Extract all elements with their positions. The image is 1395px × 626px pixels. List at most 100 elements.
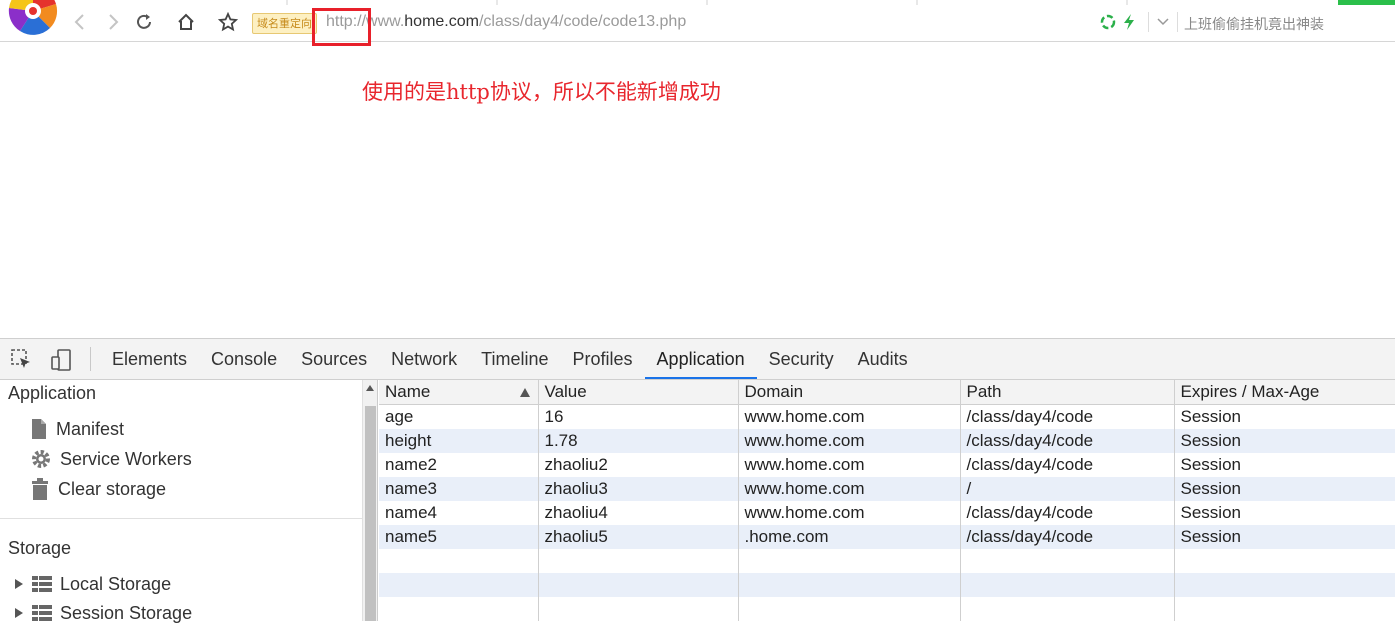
cell-path: /class/day4/code: [960, 453, 1175, 477]
cell-name: age: [379, 404, 539, 429]
forward-button[interactable]: [101, 10, 125, 34]
cell-domain: www.home.com: [738, 477, 961, 501]
cell-domain: .home.com: [738, 525, 961, 549]
column-header-value[interactable]: Value: [538, 380, 739, 405]
reload-button[interactable]: [132, 10, 156, 34]
lightning-icon[interactable]: [1122, 13, 1136, 31]
active-tab-indicator: [1338, 0, 1395, 5]
tab-security[interactable]: Security: [757, 339, 846, 379]
cell-expires: Session: [1174, 404, 1395, 429]
table-icon: [32, 605, 52, 621]
back-button[interactable]: [68, 10, 92, 34]
scrollbar-thumb[interactable]: [365, 406, 376, 621]
sidebar-item-label: Manifest: [56, 418, 125, 439]
column-label: Name: [385, 382, 431, 401]
sidebar-item-local-storage[interactable]: Local Storage: [14, 571, 171, 597]
expand-arrow-icon[interactable]: [14, 578, 24, 590]
tab-audits[interactable]: Audits: [846, 339, 920, 379]
cookies-table: Name Value Domain Path Expires / Max-Age…: [379, 380, 1395, 621]
toolbar-separator: [90, 347, 91, 371]
cell-domain: www.home.com: [738, 453, 961, 477]
reload-icon: [137, 14, 151, 29]
cell-value: zhaoliu5: [538, 525, 739, 549]
protocol-highlight-box: [312, 8, 371, 46]
address-bar[interactable]: http://www.home.com/class/day4/code/code…: [326, 13, 686, 31]
address-bar-actions: [1100, 12, 1178, 32]
trash-icon: [32, 478, 48, 500]
sidebar-scrollbar[interactable]: [362, 380, 378, 621]
tab-elements[interactable]: Elements: [100, 339, 199, 379]
table-row[interactable]: name2 zhaoliu2 www.home.com /class/day4/…: [379, 453, 1395, 477]
sidebar-item-manifest[interactable]: Manifest: [30, 416, 124, 442]
tab-network[interactable]: Network: [379, 339, 469, 379]
cell-path: /class/day4/code: [960, 429, 1175, 453]
column-header-domain[interactable]: Domain: [738, 380, 961, 405]
file-icon: [32, 419, 46, 439]
recycle-icon[interactable]: [1100, 14, 1116, 30]
table-icon: [32, 576, 52, 592]
sidebar-item-label: Service Workers: [60, 448, 192, 469]
sidebar-header-application: Application: [8, 383, 97, 403]
url-host: home.com: [404, 13, 479, 30]
cell-value: 16: [538, 404, 739, 429]
column-header-path[interactable]: Path: [960, 380, 1175, 405]
inspect-element-icon[interactable]: [10, 348, 34, 372]
sidebar-item-session-storage[interactable]: Session Storage: [14, 600, 192, 626]
column-header-expires[interactable]: Expires / Max-Age: [1174, 380, 1395, 405]
url-path: /class/day4/code/code13.php: [478, 13, 687, 30]
cell-path: /class/day4/code: [960, 525, 1175, 549]
sidebar-divider: [0, 518, 362, 519]
cell-expires: Session: [1174, 477, 1395, 501]
tab-profiles[interactable]: Profiles: [561, 339, 645, 379]
application-sidebar: Application Manifest Service Workers Cle…: [0, 380, 362, 623]
cell-name: name3: [379, 477, 539, 501]
home-icon: [178, 13, 194, 30]
devtools-tabs: Elements Console Sources Network Timelin…: [100, 339, 920, 379]
page-message: 使用的是http协议，所以不能新增成功: [362, 80, 721, 104]
sidebar-item-label: Clear storage: [58, 478, 167, 499]
cell-expires: Session: [1174, 501, 1395, 525]
back-icon: [74, 14, 84, 30]
home-button[interactable]: [174, 10, 198, 34]
cell-value: zhaoliu3: [538, 477, 739, 501]
table-row-empty[interactable]: [379, 597, 1395, 621]
browser-logo-icon[interactable]: [8, 0, 58, 36]
bookmark-button[interactable]: [216, 10, 240, 34]
scroll-up-arrow-icon[interactable]: [366, 385, 374, 391]
expand-arrow-icon[interactable]: [14, 607, 24, 619]
tab-timeline[interactable]: Timeline: [469, 339, 560, 379]
cell-path: /: [960, 477, 1175, 501]
sidebar-item-label: Local Storage: [60, 573, 172, 594]
tab-application[interactable]: Application: [644, 339, 757, 379]
table-row[interactable]: name5 zhaoliu5 .home.com /class/day4/cod…: [379, 525, 1395, 549]
url-subdomain: www.: [366, 13, 405, 30]
sidebar-item-clear-storage[interactable]: Clear storage: [30, 476, 166, 502]
cell-domain: www.home.com: [738, 429, 961, 453]
tab-strip-edge: [286, 0, 1128, 5]
table-row[interactable]: name3 zhaoliu3 www.home.com / Session: [379, 477, 1395, 501]
dropdown-icon[interactable]: [1155, 15, 1171, 29]
column-header-name[interactable]: Name: [379, 380, 539, 405]
cell-domain: www.home.com: [738, 501, 961, 525]
table-row[interactable]: name4 zhaoliu4 www.home.com /class/day4/…: [379, 501, 1395, 525]
sort-ascending-icon: [519, 388, 530, 397]
sidebar-item-label: Session Storage: [60, 602, 193, 623]
divider: [1148, 12, 1149, 32]
cell-value: zhaoliu2: [538, 453, 739, 477]
redirect-badge[interactable]: 域名重定向: [252, 13, 317, 34]
table-row[interactable]: height 1.78 www.home.com /class/day4/cod…: [379, 429, 1395, 453]
devtools-panel: Elements Console Sources Network Timelin…: [0, 338, 1395, 623]
tab-console[interactable]: Console: [199, 339, 289, 379]
browser-toolbar: 域名重定向 http://www.home.com/class/day4/cod…: [0, 0, 1395, 46]
cell-path: /class/day4/code: [960, 501, 1175, 525]
table-row[interactable]: age 16 www.home.com /class/day4/code Ses…: [379, 404, 1395, 429]
sidebar-header-storage: Storage: [8, 538, 72, 558]
sidebar-item-service-workers[interactable]: Service Workers: [30, 446, 192, 472]
cell-expires: Session: [1174, 525, 1395, 549]
search-suggestion[interactable]: 上班偷偷挂机竟出神装: [1184, 14, 1324, 34]
tab-sources[interactable]: Sources: [289, 339, 379, 379]
table-row-empty[interactable]: [379, 549, 1395, 573]
device-toolbar-icon[interactable]: [50, 348, 74, 372]
table-row-empty[interactable]: [379, 573, 1395, 597]
cell-domain: www.home.com: [738, 404, 961, 429]
